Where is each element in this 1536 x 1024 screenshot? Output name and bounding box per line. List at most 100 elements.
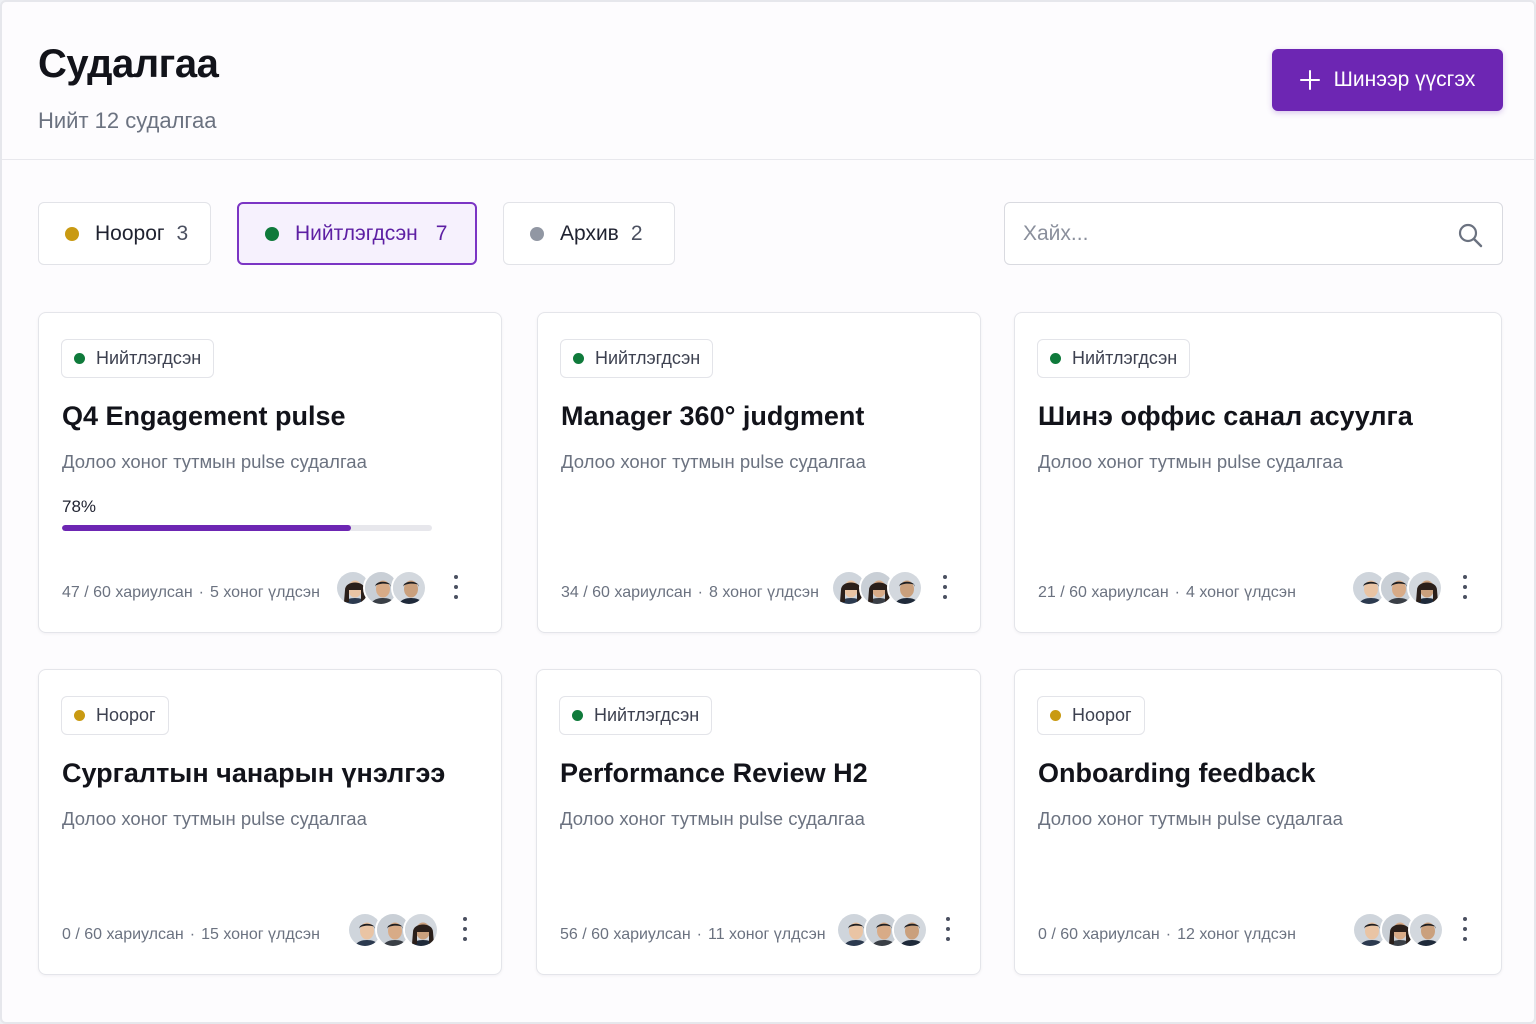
page-title: Судалгаа (38, 42, 219, 86)
responses-count: 56 / 60 хариулсан (560, 926, 691, 943)
more-options-icon[interactable] (455, 917, 475, 941)
card-description: Долоо хоног тутмын pulse судалгаа (62, 808, 367, 829)
create-survey-button[interactable]: Шинээр үүсгэх (1272, 49, 1503, 111)
status-label: Ноорог (1072, 705, 1132, 725)
days-remaining: 4 хоног үлдсэн (1185, 584, 1296, 601)
filter-label: Нийтлэгдсэн (295, 221, 418, 245)
card-description: Долоо хоног тутмын pulse судалгаа (62, 451, 367, 472)
survey-card[interactable]: Нийтлэгдсэн Performance Review H2 Долоо … (536, 669, 981, 975)
search-icon[interactable] (1457, 222, 1483, 248)
responses-count: 0 / 60 хариулсан (1038, 926, 1160, 943)
responses-count: 47 / 60 хариулсан (62, 584, 193, 601)
more-options-icon[interactable] (1455, 575, 1475, 599)
avatar (391, 570, 427, 606)
days-remaining: 8 хоног үлдсэн (708, 584, 819, 601)
responses-count: 0 / 60 хариулсан (62, 926, 184, 943)
progress-fill (62, 525, 351, 531)
card-title: Q4 Engagement pulse (62, 401, 346, 431)
survey-card[interactable]: Нийтлэгдсэн Q4 Engagement pulse Долоо хо… (38, 312, 502, 633)
survey-card[interactable]: Нийтлэгдсэн Шинэ оффис санал асуулга Дол… (1014, 312, 1502, 633)
survey-card[interactable]: Нийтлэгдсэн Manager 360° judgment Долоо … (537, 312, 981, 633)
responses-count: 21 / 60 хариулсан (1038, 584, 1169, 601)
status-dot-icon (65, 226, 79, 241)
more-options-icon[interactable] (935, 575, 955, 599)
card-title: Сургалтын чанарын үнэлгээ (62, 758, 446, 788)
card-description: Долоо хоног тутмын pulse судалгаа (1038, 451, 1343, 472)
separator: · (189, 926, 196, 943)
filter-archive[interactable]: Архив 2 (503, 202, 675, 265)
search-box[interactable] (1004, 202, 1503, 265)
card-meta: 56 / 60 хариулсан · 11 хоног үлдсэн (560, 926, 826, 944)
card-title: Шинэ оффис санал асуулга (1038, 401, 1413, 431)
avatar-group (831, 570, 923, 606)
card-title: Performance Review H2 (560, 758, 868, 788)
more-options-icon[interactable] (446, 575, 466, 599)
avatar-group (1351, 570, 1443, 606)
status-dot-icon (74, 353, 85, 364)
days-remaining: 5 хоног үлдсэн (209, 584, 320, 601)
status-label: Нийтлэгдсэн (594, 705, 700, 725)
card-meta: 21 / 60 хариулсан · 4 хоног үлдсэн (1038, 584, 1296, 602)
status-label: Нийтлэгдсэн (595, 348, 701, 368)
more-options-icon[interactable] (1455, 917, 1475, 941)
days-remaining: 11 хоног үлдсэн (707, 926, 826, 943)
filter-draft[interactable]: Ноорог 3 (38, 202, 211, 265)
progress-bar (62, 525, 432, 531)
page-subtitle: Нийт 12 судалгаа (38, 108, 217, 133)
avatar-group (335, 570, 427, 606)
status-label: Ноорог (96, 705, 156, 725)
status-label: Нийтлэгдсэн (1072, 348, 1178, 368)
status-badge: Нийтлэгдсэн (1037, 339, 1191, 378)
status-dot-icon (1050, 710, 1061, 721)
avatar (892, 912, 928, 948)
card-title: Manager 360° judgment (561, 401, 865, 431)
filter-label: Ноорог (95, 221, 165, 245)
progress-label: 78% (62, 497, 97, 516)
days-remaining: 15 хоног үлдсэн (201, 926, 320, 943)
separator: · (1174, 584, 1180, 601)
separator: · (697, 584, 703, 601)
filter-count: 2 (630, 221, 643, 245)
status-badge: Нийтлэгдсэн (61, 339, 215, 378)
filter-published[interactable]: Нийтлэгдсэн 7 (237, 202, 477, 265)
avatar (1408, 912, 1444, 948)
filter-count: 7 (435, 221, 448, 245)
card-meta: 47 / 60 хариулсан · 5 хоног үлдсэн (62, 584, 320, 602)
status-dot-icon (265, 226, 279, 241)
filter-label: Архив (560, 221, 619, 245)
status-dot-icon (573, 353, 584, 364)
status-badge: Нийтлэгдсэн (560, 339, 714, 378)
avatar-group (836, 912, 928, 948)
more-options-icon[interactable] (938, 917, 958, 941)
survey-card[interactable]: Ноорог Onboarding feedback Долоо хоног т… (1014, 669, 1502, 975)
card-meta: 0 / 60 хариулсан · 12 хоног үлдсэн (1038, 926, 1296, 944)
status-dot-icon (530, 226, 544, 241)
separator: · (696, 926, 702, 943)
status-dot-icon (74, 710, 85, 721)
card-title: Onboarding feedback (1038, 758, 1316, 788)
responses-count: 34 / 60 хариулсан (561, 584, 692, 601)
avatar-group (347, 912, 439, 948)
separator: · (198, 584, 204, 601)
avatar (403, 912, 439, 948)
status-badge: Нийтлэгдсэн (559, 696, 713, 735)
card-description: Долоо хоног тутмын pulse судалгаа (560, 808, 865, 829)
avatar-group (1352, 912, 1444, 948)
card-meta: 34 / 60 хариулсан · 8 хоног үлдсэн (561, 584, 819, 602)
avatar (887, 570, 923, 606)
create-survey-label: Шинээр үүсгэх (1333, 68, 1476, 91)
status-label: Нийтлэгдсэн (96, 348, 202, 368)
page-header: Судалгаа Нийт 12 судалгаа Шинээр үүсгэх (2, 2, 1534, 160)
plus-icon (1299, 70, 1320, 90)
status-badge: Ноорог (1037, 696, 1145, 735)
card-description: Долоо хоног тутмын pulse судалгаа (1038, 808, 1343, 829)
status-dot-icon (1050, 353, 1061, 364)
status-badge: Ноорог (61, 696, 169, 735)
filter-count: 3 (176, 221, 189, 245)
survey-card[interactable]: Ноорог Сургалтын чанарын үнэлгээ Долоо х… (38, 669, 502, 975)
search-input[interactable] (1023, 219, 1443, 249)
card-description: Долоо хоног тутмын pulse судалгаа (561, 451, 866, 472)
status-dot-icon (572, 710, 583, 721)
days-remaining: 12 хоног үлдсэн (1177, 926, 1296, 943)
separator: · (1165, 926, 1172, 943)
